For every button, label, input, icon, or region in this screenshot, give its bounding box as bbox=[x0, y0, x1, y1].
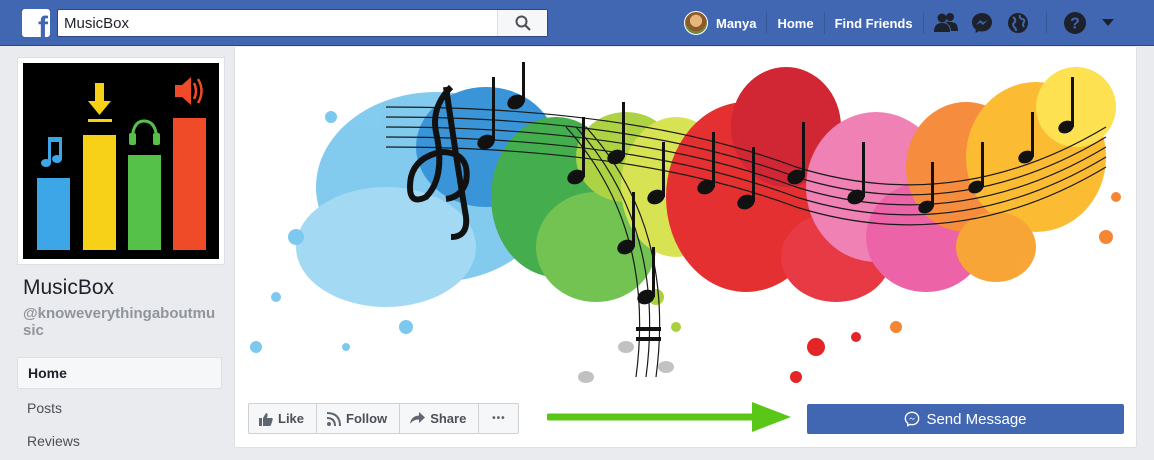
green-arrow-annotation bbox=[547, 402, 791, 432]
search-input[interactable] bbox=[58, 10, 498, 36]
sidebar-item-label: Home bbox=[28, 365, 67, 381]
help-icon: ? bbox=[1063, 12, 1086, 34]
search-box bbox=[57, 9, 548, 37]
avatar bbox=[684, 11, 708, 35]
paint-splash-music-notes-image bbox=[250, 62, 1121, 383]
page-username[interactable]: @knoweverythingaboutmusic bbox=[23, 305, 223, 339]
messenger-icon bbox=[905, 411, 920, 427]
page-name[interactable]: MusicBox bbox=[23, 276, 114, 300]
home-link[interactable]: Home bbox=[767, 0, 823, 46]
share-label: Share bbox=[430, 411, 467, 426]
cover-photo[interactable] bbox=[236, 47, 1136, 390]
nav-divider bbox=[922, 12, 924, 34]
friend-requests-icon bbox=[933, 13, 958, 32]
nav-divider bbox=[1045, 12, 1047, 34]
page-action-bar: Like Follow Share ••• bbox=[248, 403, 520, 434]
find-friends-link[interactable]: Find Friends bbox=[825, 0, 923, 46]
page-side-navigation: Home Posts Reviews bbox=[17, 357, 222, 457]
share-arrow-icon bbox=[410, 412, 426, 424]
top-navigation-bar: f Manya Home Find Friends bbox=[0, 0, 1154, 46]
send-message-button[interactable]: Send Message bbox=[807, 404, 1124, 434]
follow-label: Follow bbox=[346, 411, 388, 426]
friend-requests-button[interactable] bbox=[928, 0, 964, 46]
sidebar-item-label: Reviews bbox=[27, 432, 80, 449]
like-button[interactable]: Like bbox=[249, 404, 318, 433]
follow-button[interactable]: Follow bbox=[317, 404, 401, 433]
svg-text:?: ? bbox=[1070, 16, 1080, 33]
messenger-button[interactable] bbox=[964, 0, 1000, 46]
search-button[interactable] bbox=[497, 10, 547, 36]
more-options-icon: ••• bbox=[492, 413, 506, 424]
thumbs-up-icon bbox=[259, 412, 273, 426]
share-button[interactable]: Share bbox=[400, 404, 480, 433]
notifications-button[interactable] bbox=[1000, 0, 1036, 46]
notifications-globe-icon bbox=[1007, 13, 1028, 33]
profile-link[interactable]: Manya bbox=[682, 0, 766, 46]
music-equalizer-logo bbox=[23, 63, 219, 259]
sidebar-item-posts[interactable]: Posts bbox=[17, 391, 222, 424]
profile-picture[interactable] bbox=[17, 57, 225, 265]
user-name: Manya bbox=[716, 15, 757, 31]
music-equalizer-logo-graphic bbox=[37, 77, 206, 250]
messenger-icon bbox=[971, 13, 992, 33]
facebook-logo-letter: f bbox=[38, 11, 48, 38]
help-button[interactable]: ? bbox=[1057, 0, 1093, 46]
account-menu-button[interactable] bbox=[1093, 0, 1123, 46]
send-message-label: Send Message bbox=[926, 410, 1027, 428]
like-label: Like bbox=[278, 411, 305, 426]
caret-down-icon bbox=[1101, 19, 1114, 26]
page-header-card: Like Follow Share ••• Send Message bbox=[234, 47, 1137, 448]
search-icon bbox=[515, 15, 531, 31]
top-nav-right: Manya Home Find Friends ? bbox=[682, 0, 1123, 46]
facebook-logo[interactable]: f bbox=[22, 9, 50, 37]
sidebar-item-reviews[interactable]: Reviews bbox=[17, 424, 222, 457]
sidebar-item-home[interactable]: Home bbox=[17, 357, 222, 389]
rss-follow-icon bbox=[327, 411, 342, 426]
sidebar-item-label: Posts bbox=[27, 399, 63, 416]
more-options-button[interactable]: ••• bbox=[479, 404, 518, 433]
